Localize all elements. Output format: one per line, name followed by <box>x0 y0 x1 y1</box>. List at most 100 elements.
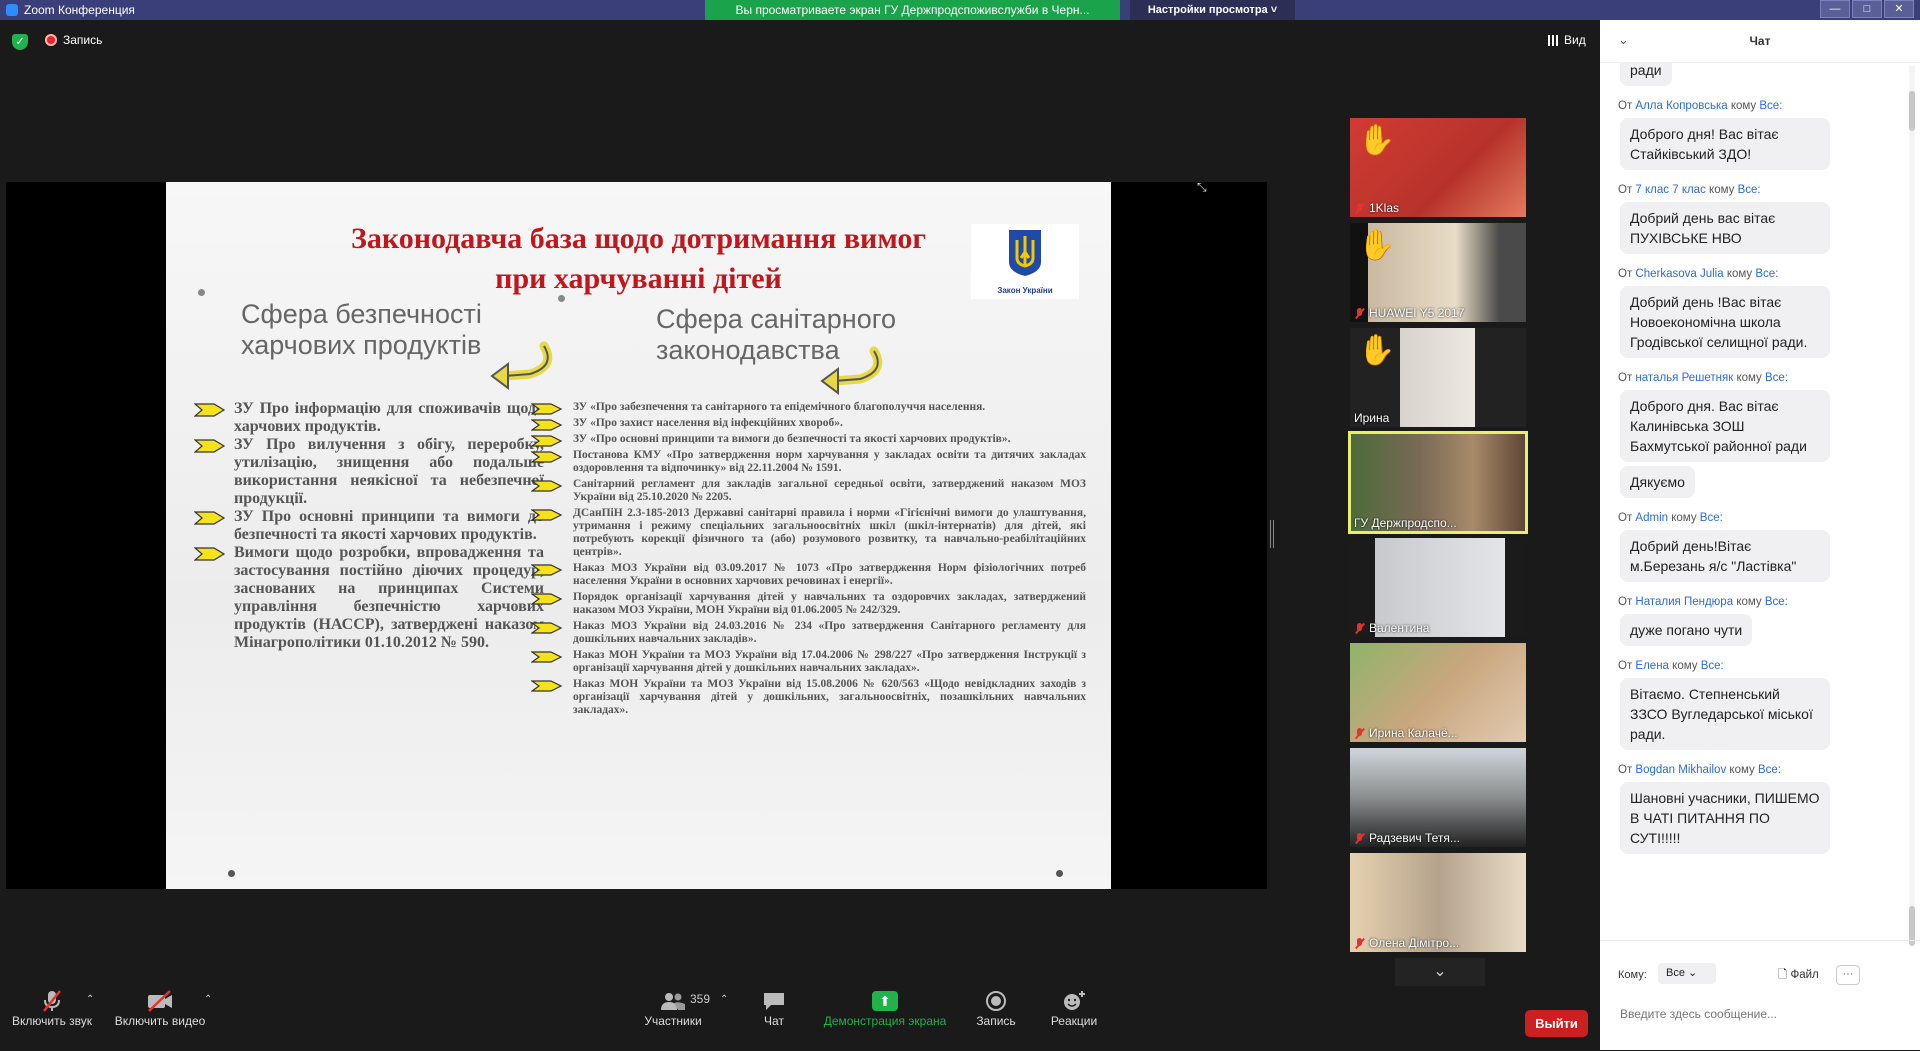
recipient-select[interactable]: Все ⌄ <box>1658 963 1716 984</box>
unmute-button[interactable]: Включить звук <box>8 988 96 1028</box>
left-list-item: Вимоги щодо розробки, впровадження та за… <box>194 544 544 652</box>
right-list-item: Постанова КМУ «Про затвердження норм хар… <box>531 449 1086 475</box>
slide-title-line1: Законодавча база щодо дотримання вимог <box>350 222 927 255</box>
file-button[interactable]: 🗋 Файл <box>1778 967 1819 986</box>
view-button[interactable]: Вид <box>1548 33 1586 47</box>
message-sender[interactable]: Наталия Пендюра <box>1635 596 1733 608</box>
maximize-button[interactable]: □ <box>1852 0 1882 18</box>
yellow-arrow-icon <box>531 680 563 692</box>
share-banner: Вы просматриваете экран ГУ Держпродспожи… <box>705 0 1120 20</box>
participant-tile-active[interactable]: ГУ Держпродспо... <box>1348 431 1528 534</box>
yellow-arrow-icon <box>531 509 563 521</box>
message-header: От наталья Решетняк кому Все: <box>1618 372 1898 384</box>
message-sender[interactable]: наталья Решетняк <box>1635 372 1733 384</box>
file-label: Файл <box>1790 969 1819 981</box>
raised-hand-icon: ✋ <box>1358 229 1396 262</box>
to-word: кому <box>1736 372 1762 384</box>
participant-tile[interactable]: ✋ 1Klas <box>1350 118 1526 217</box>
message-sender[interactable]: Admin <box>1635 512 1668 524</box>
message-sender[interactable]: Bogdan Mikhailov <box>1635 764 1726 776</box>
participant-tile[interactable]: Валентина <box>1350 538 1526 637</box>
record-button[interactable]: Запись <box>968 988 1024 1028</box>
view-label: Вид <box>1564 33 1586 47</box>
security-shield-icon[interactable]: ✓ <box>12 34 28 50</box>
right-item-text: ЗУ «Про забезпечення та санітарного та е… <box>573 401 986 413</box>
left-item-text: ЗУ Про інформацію для споживачів щодо ха… <box>234 400 544 435</box>
chat-label: Чат <box>764 1014 784 1028</box>
chat-message-input[interactable] <box>1618 1001 1902 1027</box>
participant-tile[interactable]: Ирина Калачё... <box>1350 643 1526 742</box>
chat-message: Шановні учасники, ПИШЕМО В ЧАТІ ПИТАННЯ … <box>1620 782 1830 854</box>
mic-muted-icon <box>1354 622 1365 634</box>
participant-name: Ирина Калачё... <box>1369 726 1458 740</box>
message-recipient: Все: <box>1700 660 1724 672</box>
presentation-slide: Законодавча база щодо дотримання вимог п… <box>166 182 1111 889</box>
right-list-item: Наказ МОН України та МОЗ України від 17.… <box>531 649 1086 675</box>
to-word: кому <box>1729 764 1755 776</box>
yellow-arrow-icon <box>531 651 563 663</box>
participant-name: Радзевич Тетя... <box>1369 831 1460 845</box>
left-item-text: Вимоги щодо розробки, впровадження та за… <box>234 544 544 651</box>
right-list-item: ДСанПіН 2.3-185-2013 Державні санітарні … <box>531 507 1086 559</box>
scrollbar-thumb-top[interactable] <box>1909 91 1915 131</box>
shared-screen[interactable]: ⤡ Законодавча база щодо дотримання вимог… <box>6 180 1267 889</box>
message-sender[interactable]: 7 клас 7 клас <box>1635 184 1705 196</box>
expand-icon[interactable]: ⤡ <box>1197 180 1207 195</box>
yellow-arrow-icon <box>531 451 563 463</box>
participant-tile[interactable]: ✋ HUAWEI Y5 2017 <box>1350 223 1526 322</box>
participant-name-group: Радзевич Тетя... <box>1354 831 1460 845</box>
raised-hand-icon: ✋ <box>1358 334 1396 367</box>
to-word: кому <box>1736 596 1762 608</box>
yellow-arrow-icon <box>531 480 563 492</box>
share-screen-button[interactable]: ⬆ Демонстрация экрана <box>820 988 950 1028</box>
recording-indicator[interactable]: Запись <box>45 33 102 47</box>
close-button[interactable]: ✕ <box>1884 0 1914 18</box>
to-word: кому <box>1672 660 1698 672</box>
reactions-button[interactable]: Реакции <box>1046 988 1102 1028</box>
participant-tile[interactable]: Олена Дімітро... <box>1350 853 1526 952</box>
participant-name: HUAWEI Y5 2017 <box>1369 306 1465 320</box>
right-list-item: ЗУ «Про основні принципи та вимоги до бе… <box>531 433 1086 447</box>
app-title-group: Zoom Конференция <box>6 3 135 17</box>
yellow-arrow-icon <box>531 419 563 431</box>
participant-tile[interactable]: Радзевич Тетя... <box>1350 748 1526 847</box>
raised-hand-icon: ✋ <box>1358 124 1396 157</box>
participants-options-caret[interactable]: ⌃ <box>720 994 728 1005</box>
right-item-text: ДСанПіН 2.3-185-2013 Державні санітарні … <box>573 507 1086 558</box>
resize-handle[interactable] <box>1270 520 1274 548</box>
chat-messages[interactable]: ради От Алла Копровська кому Все: Доброг… <box>1618 62 1898 942</box>
more-options-button[interactable]: ··· <box>1836 965 1860 985</box>
message-recipient: Все: <box>1755 268 1779 280</box>
participant-name: Олена Дімітро... <box>1369 936 1460 950</box>
leave-button[interactable]: Выйти <box>1525 1010 1588 1037</box>
participant-name-group: Ирина Калачё... <box>1354 726 1458 740</box>
share-screen-label: Демонстрация экрана <box>823 1014 947 1028</box>
message-sender[interactable]: Алла Копровська <box>1635 100 1727 112</box>
message-sender[interactable]: Елена <box>1635 660 1669 672</box>
audio-options-caret[interactable]: ⌃ <box>86 994 94 1005</box>
recording-label: Запись <box>63 33 103 47</box>
right-item-text: ЗУ «Про захист населення від інфекційних… <box>573 417 843 429</box>
mic-muted-icon <box>8 988 96 1014</box>
message-header: От Bogdan Mikhailov кому Все: <box>1618 764 1898 776</box>
trident-icon <box>1009 230 1041 276</box>
chat-button[interactable]: Чат <box>754 988 794 1028</box>
record-label: Запись <box>976 1014 1016 1028</box>
participant-tile[interactable]: ✋ Ирина <box>1350 328 1526 427</box>
chat-message: дуже погано чути <box>1620 614 1753 646</box>
video-options-caret[interactable]: ⌃ <box>204 994 212 1005</box>
chat-message: Дякуємо <box>1620 466 1695 498</box>
right-item-text: Санітарний регламент для закладів загаль… <box>573 478 1086 503</box>
right-item-text: Наказ МОН України та МОЗ України від 17.… <box>573 649 1086 674</box>
right-item-text: Наказ МОЗ України від 24.03.2016 № 234 «… <box>573 620 1086 645</box>
chat-message: Добрий день !Вас вітає Новоекономічна шк… <box>1620 286 1830 358</box>
message-recipient: Все: <box>1737 184 1761 196</box>
right-list-item: Наказ МОЗ України від 24.03.2016 № 234 «… <box>531 620 1086 646</box>
message-sender[interactable]: Cherkasova Julia <box>1635 268 1723 280</box>
view-settings-button[interactable]: Настройки просмотра ˅ <box>1130 0 1295 20</box>
mic-muted-icon <box>1354 727 1365 739</box>
minimize-button[interactable]: — <box>1820 0 1850 18</box>
chat-scrollbar[interactable] <box>1909 66 1915 946</box>
start-video-button[interactable]: Включить видео <box>114 988 206 1028</box>
smiley-plus-icon <box>1046 988 1102 1014</box>
